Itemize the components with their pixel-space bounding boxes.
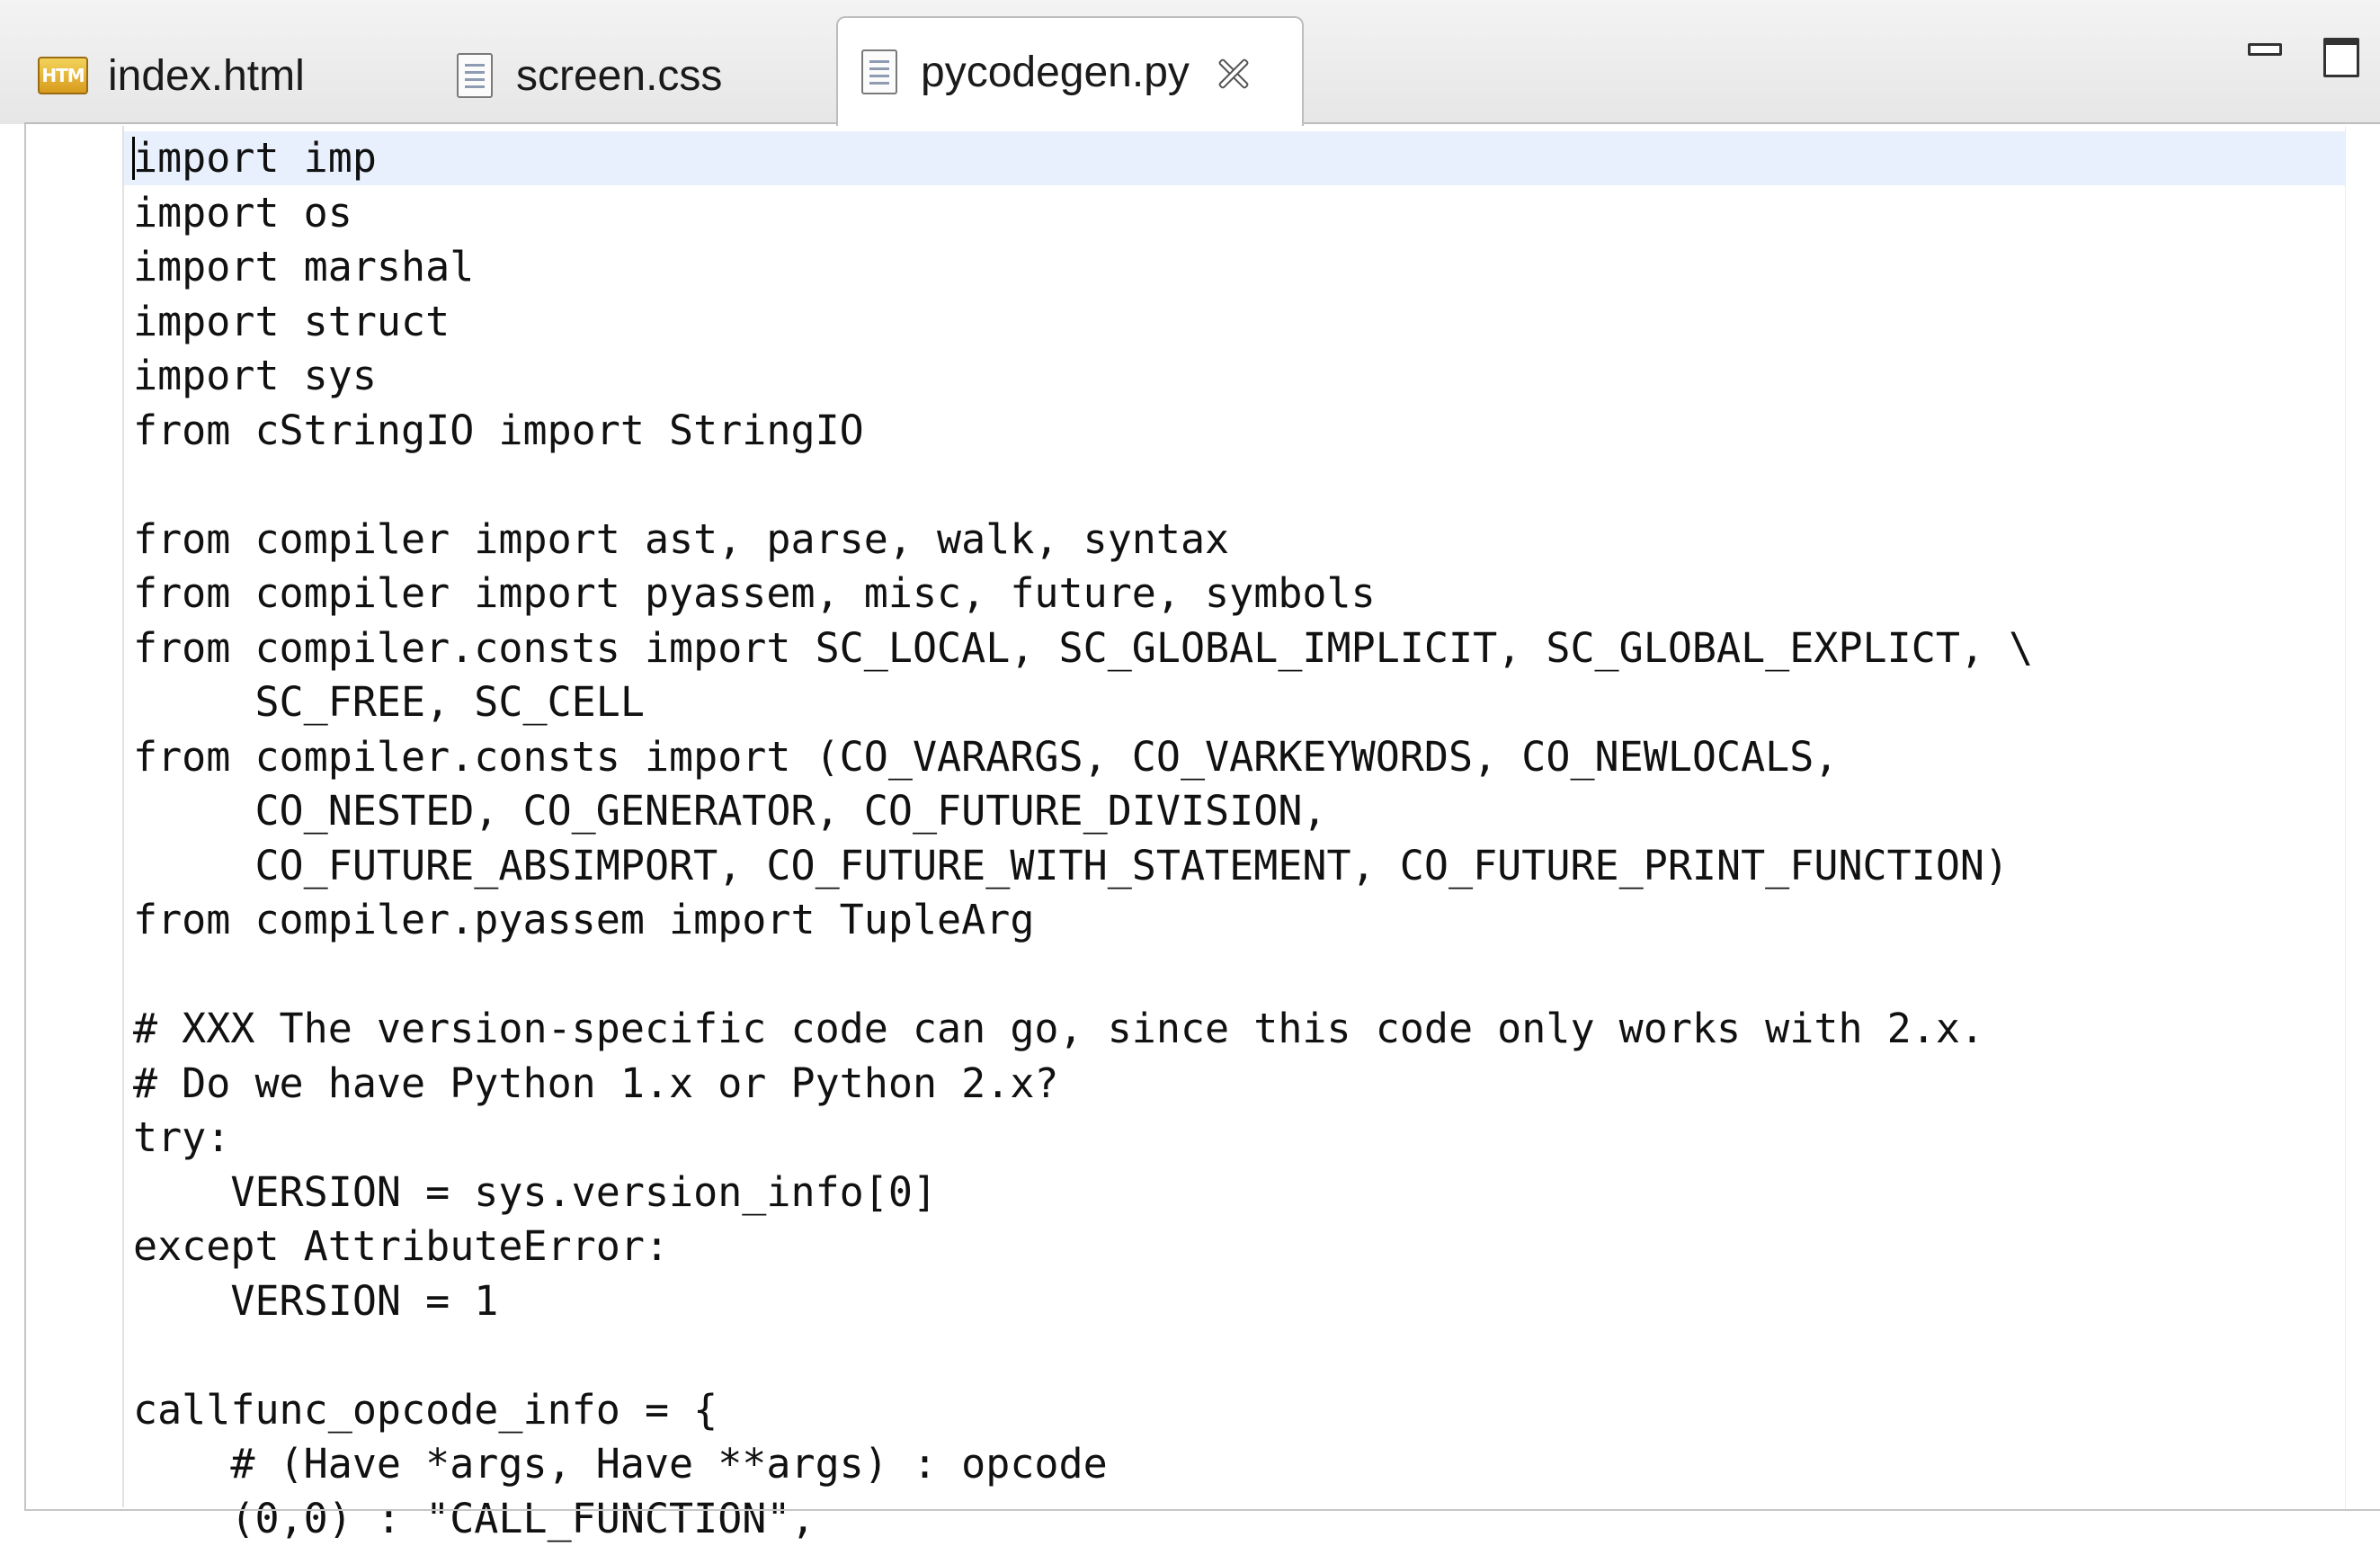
editor-window: HTM index.html screen.css pycodegen.py i…	[0, 0, 2380, 1524]
code-line[interactable]: from compiler import pyassem, misc, futu…	[133, 567, 2033, 621]
editor-bottom-border	[24, 1509, 2380, 1511]
code-line[interactable]: SC_FREE, SC_CELL	[133, 675, 2033, 730]
code-line[interactable]	[133, 458, 2033, 513]
code-line[interactable]: import sys	[133, 349, 2033, 404]
python-file-icon	[861, 49, 897, 94]
tab-pycodegen-py[interactable]: pycodegen.py	[836, 16, 1304, 126]
code-line[interactable]: VERSION = 1	[133, 1274, 2033, 1329]
code-line[interactable]: from cStringIO import StringIO	[133, 404, 2033, 459]
code-line[interactable]	[133, 948, 2033, 1003]
code-line[interactable]: (0,0) : "CALL_FUNCTION",	[133, 1492, 2033, 1546]
code-line[interactable]: import os	[133, 186, 2033, 241]
code-line[interactable]: try:	[133, 1111, 2033, 1166]
tab-screen-css[interactable]: screen.css	[457, 27, 722, 124]
maximize-icon[interactable]	[2323, 38, 2359, 77]
code-line[interactable]: from compiler.consts import (CO_VARARGS,…	[133, 730, 2033, 785]
tab-index-html[interactable]: HTM index.html	[38, 27, 305, 124]
code-line[interactable]: import imp	[133, 131, 2033, 186]
code-line[interactable]: except AttributeError:	[133, 1220, 2033, 1274]
ruler-divider	[122, 126, 124, 1507]
code-line[interactable]: CO_NESTED, CO_GENERATOR, CO_FUTURE_DIVIS…	[133, 784, 2033, 839]
tab-label: pycodegen.py	[921, 48, 1190, 97]
code-line[interactable]: # XXX The version-specific code can go, …	[133, 1002, 2033, 1057]
line-ruler	[26, 126, 123, 1507]
html-file-icon: HTM	[38, 57, 88, 94]
tab-label: index.html	[108, 51, 305, 101]
code-line[interactable]: from compiler import ast, parse, walk, s…	[133, 513, 2033, 567]
code-line[interactable]: from compiler.consts import SC_LOCAL, SC…	[133, 621, 2033, 676]
code-line[interactable]	[133, 1328, 2033, 1383]
code-line[interactable]: CO_FUTURE_ABSIMPORT, CO_FUTURE_WITH_STAT…	[133, 839, 2033, 894]
code-line[interactable]: import marshal	[133, 240, 2033, 295]
code-text[interactable]: import impimport osimport marshalimport …	[133, 131, 2033, 1546]
close-tab-icon[interactable]	[1215, 56, 1247, 88]
overview-ruler[interactable]	[2345, 126, 2380, 1509]
code-line[interactable]: VERSION = sys.version_info[0]	[133, 1166, 2033, 1220]
minimize-icon[interactable]	[2248, 43, 2282, 56]
code-line[interactable]: from compiler.pyassem import TupleArg	[133, 893, 2033, 948]
code-line[interactable]: import struct	[133, 295, 2033, 350]
code-line[interactable]: # (Have *args, Have **args) : opcode	[133, 1437, 2033, 1492]
text-file-icon	[457, 53, 493, 98]
tab-label: screen.css	[516, 51, 722, 101]
code-line[interactable]: callfunc_opcode_info = {	[133, 1383, 2033, 1438]
text-caret	[132, 137, 135, 180]
tab-bar: HTM index.html screen.css pycodegen.py	[0, 0, 2380, 124]
code-line[interactable]: # Do we have Python 1.x or Python 2.x?	[133, 1057, 2033, 1112]
